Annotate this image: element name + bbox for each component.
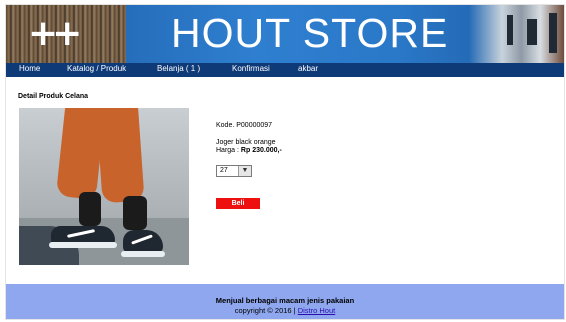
price-value: Rp 230.000,- <box>240 147 282 154</box>
product-code: Kode. P00000097 <box>216 122 273 129</box>
footer-copyright: copyright © 2016 | Distro Hout <box>6 306 564 315</box>
page-title: Detail Produk Celana <box>18 93 89 100</box>
nav-konfirmasi[interactable]: Konfirmasi <box>232 64 270 73</box>
footer-tagline: Menjual berbagai macam jenis pakaian <box>215 296 355 305</box>
copyright-text: copyright © 2016 | <box>234 306 296 315</box>
page-frame: ++ HOUT STORE Home Katalog / Produk Bela… <box>5 4 565 320</box>
product-image <box>19 108 189 265</box>
footer: Menjual berbagai macam jenis pakaian cop… <box>6 284 564 319</box>
nav-home[interactable]: Home <box>19 64 40 73</box>
size-select[interactable]: 27 ▼ <box>216 165 252 177</box>
main-nav: Home Katalog / Produk Belanja ( 1 ) Konf… <box>6 63 564 77</box>
product-price: Harga : Rp 230.000,- <box>216 147 282 154</box>
store-title: HOUT STORE <box>171 10 449 56</box>
footer-link-distro-hout[interactable]: Distro Hout <box>298 306 336 315</box>
buy-button[interactable]: Beli <box>216 198 260 209</box>
double-cross-logo-icon: ++ <box>28 13 82 54</box>
price-label: Harga : <box>216 147 239 154</box>
header-banner: ++ HOUT STORE <box>6 5 564 63</box>
nav-user-akbar[interactable]: akbar <box>298 64 318 73</box>
size-select-value: 27 <box>220 167 228 174</box>
nav-belanja[interactable]: Belanja ( 1 ) <box>157 64 200 73</box>
store-interior-image <box>469 5 564 63</box>
logo[interactable]: ++ <box>6 5 126 63</box>
nav-katalog[interactable]: Katalog / Produk <box>67 64 126 73</box>
chevron-down-icon[interactable]: ▼ <box>238 166 251 176</box>
product-name: Joger black orange <box>216 139 276 146</box>
